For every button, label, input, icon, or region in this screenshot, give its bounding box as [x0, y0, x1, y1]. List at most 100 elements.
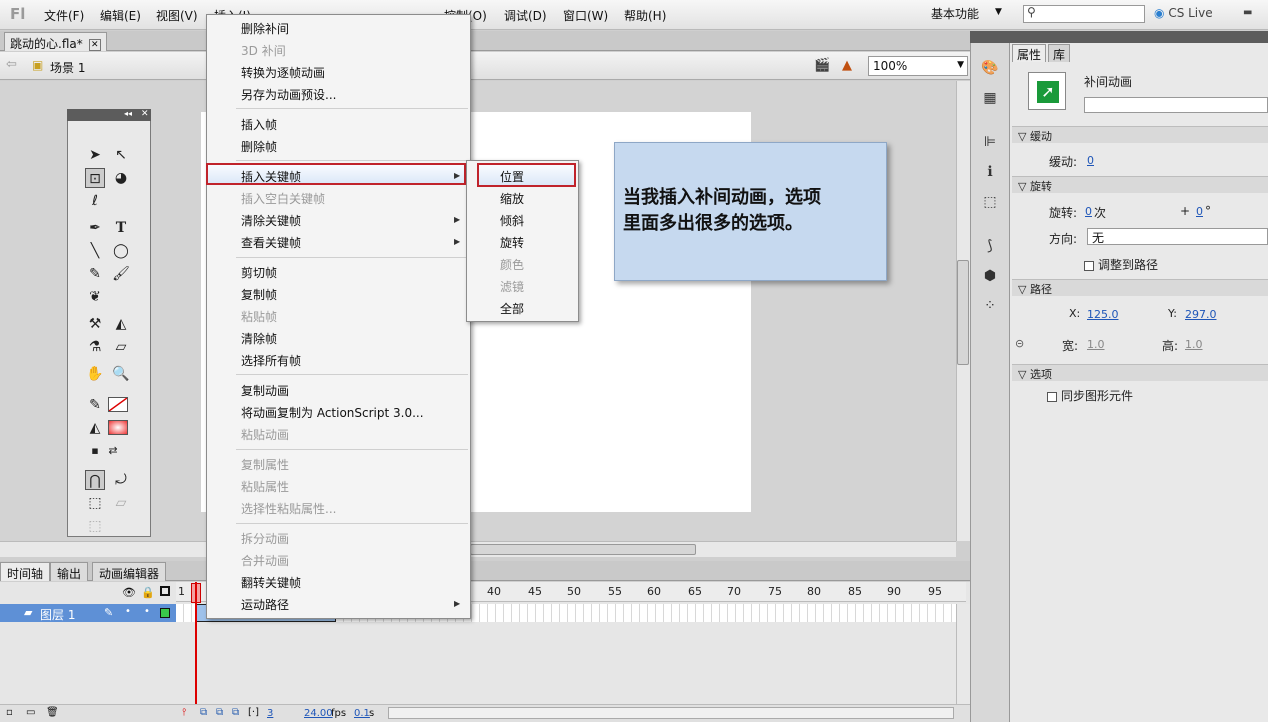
pencil-tool-icon[interactable]: ✎ [85, 264, 105, 284]
menu-window[interactable]: 窗口(W) [563, 7, 608, 24]
menu-item-convert-frame-by-frame[interactable]: 转换为逐帧动画 [241, 64, 325, 81]
orient-to-path-checkbox[interactable]: 调整到路径 [1084, 256, 1158, 273]
layer-row[interactable]: ▰ 图层 1 ✎ • • [0, 604, 176, 622]
section-easing[interactable]: ▽ 缓动 [1012, 126, 1268, 143]
fill-color-swatch[interactable] [108, 420, 128, 435]
zoom-tool-icon[interactable]: 🔍 [111, 364, 131, 384]
back-arrow-icon[interactable]: ⇦ [6, 57, 17, 72]
link-icon[interactable]: ⊝ [1015, 337, 1024, 350]
cs-live-button[interactable]: ◉ CS Live [1154, 6, 1213, 20]
scene-name[interactable]: 场景 1 [50, 59, 85, 76]
delete-icon[interactable]: 🗑 [46, 707, 59, 718]
tab-motion-editor[interactable]: 动画编辑器 [92, 562, 167, 581]
edit-multiple-icon[interactable]: ⧉ [232, 707, 239, 718]
collapse-arrows-icon[interactable]: ◂◂ [124, 109, 132, 118]
color-panel-icon[interactable]: 🎨 [980, 58, 1000, 78]
section-path[interactable]: ▽ 路径 [1012, 279, 1268, 296]
motion-presets-icon[interactable]: ⁘ [980, 296, 1000, 316]
info-icon[interactable]: ℹ [980, 162, 1000, 182]
text-tool-icon[interactable]: T [111, 218, 131, 238]
close-icon[interactable]: ✕ [141, 109, 149, 119]
menu-item-copy-motion[interactable]: 复制动画 [241, 382, 289, 399]
y-value[interactable]: 297.0 [1185, 308, 1217, 321]
black-white-icon[interactable]: ▪ [85, 441, 105, 461]
menu-help[interactable]: 帮助(H) [624, 7, 666, 24]
rotate-times-value[interactable]: 0 [1085, 205, 1092, 218]
menu-item-select-all-frames[interactable]: 选择所有帧 [241, 352, 301, 369]
playhead[interactable] [195, 582, 197, 722]
onion-outline-icon[interactable]: ⧉ [216, 707, 223, 718]
properties-panel-header[interactable] [1010, 31, 1268, 43]
components-icon[interactable]: ⬢ [980, 266, 1000, 286]
timeline-horizontal-scrollbar[interactable] [388, 707, 954, 719]
close-icon[interactable]: ✕ [88, 38, 101, 51]
brush-tool-icon[interactable]: 🖌 [111, 264, 131, 284]
menu-item-remove-frames[interactable]: 删除帧 [241, 138, 277, 155]
bone-tool-icon[interactable]: ⚒ [85, 314, 105, 334]
selection-tool-icon[interactable]: ➤ [85, 145, 105, 165]
menu-item-clear-keyframe[interactable]: 清除关键帧 [241, 212, 301, 229]
eraser-tool-icon[interactable]: ▱ [111, 337, 131, 357]
vertical-scroll-thumb[interactable] [957, 260, 969, 365]
lock-icon[interactable]: 🔒 [141, 586, 155, 599]
menu-item-copy-frames[interactable]: 复制帧 [241, 286, 277, 303]
zoom-select[interactable]: 100% ▼ [868, 56, 968, 76]
edit-symbols-icon[interactable]: ▲ [842, 58, 852, 73]
transform-icon[interactable]: ⬚ [980, 192, 1000, 212]
eyedropper-tool-icon[interactable]: ⚗ [85, 337, 105, 357]
easing-value[interactable]: 0 [1087, 154, 1094, 167]
swatches-icon[interactable]: ▦ [980, 88, 1000, 108]
section-rotation[interactable]: ▽ 旋转 [1012, 176, 1268, 193]
outline-color-square[interactable] [160, 608, 170, 618]
menu-item-save-preset[interactable]: 另存为动画预设... [241, 86, 336, 103]
elapsed-time[interactable]: 0.1 [354, 708, 370, 719]
timeline-vertical-scrollbar[interactable] [956, 604, 970, 704]
menu-item-remove-tween[interactable]: 删除补间 [241, 20, 289, 37]
menu-edit[interactable]: 编辑(E) [100, 7, 141, 24]
submenu-item-scale[interactable]: 缩放 [500, 190, 524, 207]
workspace-dropdown-icon[interactable]: ▼ [995, 7, 1002, 17]
menu-item-reverse-keyframes[interactable]: 翻转关键帧 [241, 574, 301, 591]
new-folder-icon[interactable]: ▭ [26, 707, 35, 718]
instance-name-input[interactable] [1084, 97, 1268, 113]
horizontal-scroll-thumb[interactable] [470, 544, 696, 555]
menu-item-cut-frames[interactable]: 剪切帧 [241, 264, 277, 281]
highlighted-submenu-item[interactable] [477, 163, 576, 187]
actions-icon[interactable]: ⟆ [980, 236, 1000, 256]
center-frame-icon[interactable]: ⫯ [182, 707, 186, 718]
tab-library[interactable]: 库 [1048, 44, 1071, 62]
direction-select[interactable]: 无 [1087, 228, 1268, 245]
show-hide-icon[interactable]: 👁 [122, 586, 136, 599]
free-transform-tool-icon[interactable]: ⊡ [85, 168, 105, 188]
oval-tool-icon[interactable]: ◯ [111, 241, 131, 261]
rotate-skew-icon[interactable]: ⤾ [111, 470, 131, 490]
hand-tool-icon[interactable]: ✋ [85, 364, 105, 384]
collapse-icon[interactable]: ▬ [1243, 7, 1252, 18]
frame-rate[interactable]: 24.00 [304, 708, 333, 719]
fill-color-icon[interactable]: ◭ [85, 418, 105, 438]
panel-icon-strip-header[interactable] [970, 31, 1010, 43]
tools-panel-header[interactable] [67, 109, 151, 121]
deco-tool-icon[interactable]: ❦ [85, 287, 105, 307]
stroke-color-icon[interactable]: ✎ [85, 395, 105, 415]
menu-item-motion-path[interactable]: 运动路径 [241, 596, 289, 613]
envelope-icon[interactable]: ⬚ [85, 516, 105, 536]
tab-output[interactable]: 输出 [50, 562, 89, 581]
modify-markers-icon[interactable]: [·] [248, 707, 259, 718]
visibility-dot[interactable]: • [125, 606, 131, 617]
distort-icon[interactable]: ▱ [111, 493, 131, 513]
subselection-tool-icon[interactable]: ↖ [111, 145, 131, 165]
tab-timeline[interactable]: 时间轴 [0, 562, 51, 581]
submenu-item-rotation[interactable]: 旋转 [500, 234, 524, 251]
section-options[interactable]: ▽ 选项 [1012, 364, 1268, 381]
menu-item-insert-keyframe[interactable]: 插入关键帧 [241, 168, 301, 185]
lasso-tool-icon[interactable]: ℓ [85, 191, 105, 211]
outline-icon[interactable] [160, 586, 170, 596]
menu-item-copy-motion-as3[interactable]: 将动画复制为 ActionScript 3.0... [241, 404, 424, 421]
align-icon[interactable]: ⊫ [980, 132, 1000, 152]
rotate-degrees-value[interactable]: 0 [1196, 205, 1203, 218]
layer-name[interactable]: 图层 1 [40, 606, 75, 623]
submenu-item-all[interactable]: 全部 [500, 300, 524, 317]
pen-tool-icon[interactable]: ✒ [85, 218, 105, 238]
current-frame[interactable]: 3 [267, 708, 273, 719]
